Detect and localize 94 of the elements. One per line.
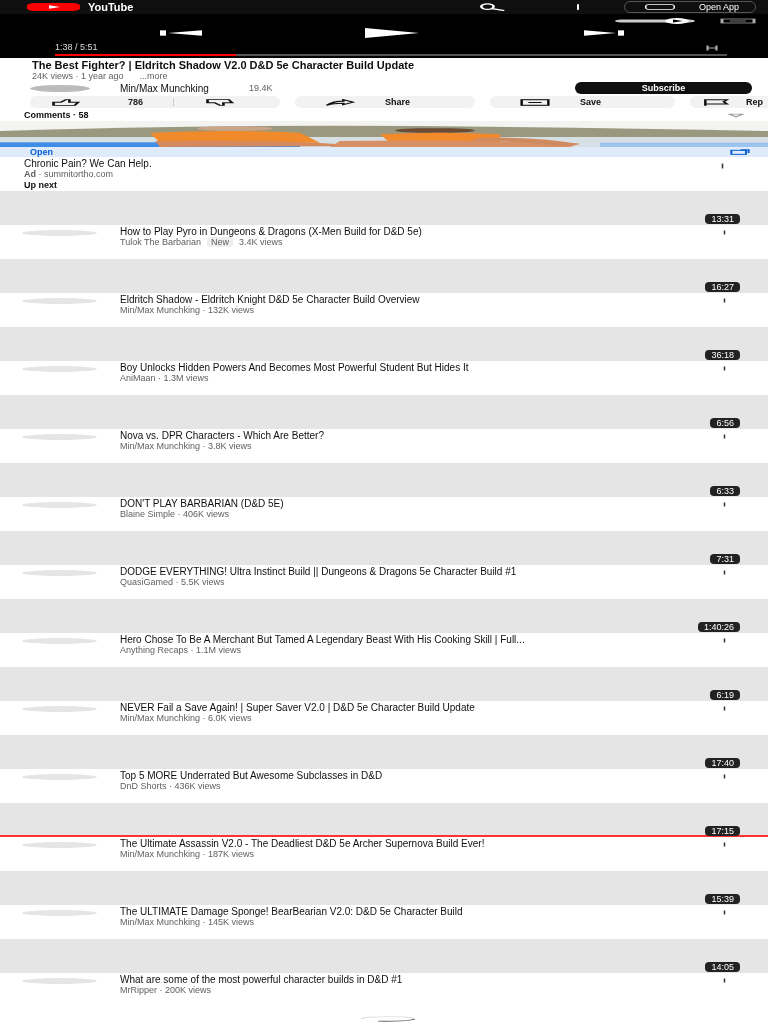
video-title[interactable]: Top 5 MORE Underrated But Awesome Subclasses in D&D [120,770,680,781]
menu-icon[interactable] [723,706,726,711]
external-link-icon[interactable] [730,149,750,155]
video-meta: MrRipper · 200K views [120,985,212,995]
view-count: 3.4K views [239,237,283,247]
menu-icon[interactable] [721,163,724,169]
duration-badge: 6:19 [710,690,740,700]
logo-text[interactable]: YouTube [88,1,134,13]
new-badge: New [207,237,234,247]
video-meta: QuasiGamed · 5.5K views [120,577,225,587]
video-thumbnail[interactable]: 15:39 [0,871,768,905]
thumbs-down-icon [204,98,235,106]
duration-badge: 6:33 [710,486,740,496]
subscribe-button[interactable]: Subscribe [575,82,752,94]
video-thumbnail[interactable]: 13:31 [0,191,768,225]
duration-badge: 17:40 [705,758,740,768]
video-thumbnail[interactable]: 36:18 [0,327,768,361]
video-thumbnail[interactable]: 6:19 [0,667,768,701]
video-title[interactable]: DON'T PLAY BARBARIAN (D&D 5E) [120,498,680,509]
duration-badge: 36:18 [705,350,740,360]
video-thumbnail[interactable]: 16:27 [0,259,768,293]
duration-badge: 15:39 [705,894,740,904]
menu-icon[interactable] [723,910,726,915]
menu-icon[interactable] [723,434,726,439]
video-meta: AniMaan · 1.3M views [120,373,209,383]
video-meta: Anything Recaps · 1.1M views [120,645,242,655]
share-button[interactable]: Share [295,96,475,108]
like-button[interactable]: 786 [50,97,144,107]
menu-icon[interactable] [723,774,726,779]
thumbs-up-icon [50,98,80,106]
video-meta: DnD Shorts · 436K views [120,781,221,791]
video-thumbnail[interactable]: 6:56 [0,395,768,429]
ad-source: Ad · summitortho.com [23,169,114,179]
time-label: 1:38 / 5:51 [55,42,98,52]
previous-icon[interactable] [160,29,202,37]
video-thumbnail[interactable]: 17:40 [0,735,768,769]
video-title[interactable]: DODGE EVERYTHING! Ultra Instinct Build || Dungeons & Dragons 5e Character Build #1 [120,566,680,577]
video-title[interactable]: The Ultimate Assassin V2.0 - The Deadliest D&D 5e Archer Supernova Build Ever! [120,838,680,849]
save-button[interactable]: Save [490,96,675,108]
video-meta: Blaine Simple · 406K views [120,509,230,519]
menu-icon[interactable] [723,570,726,575]
duration-badge: 7:31 [710,554,740,564]
channel-name[interactable]: Min/Max Munchking [120,82,209,94]
dislike-button[interactable] [204,98,235,106]
section-heading: Up next [23,179,58,191]
video-title: The Best Fighter? | Eldritch Shadow V2.0 D&D 5e Character Build Update [31,58,416,71]
video-meta: Min/Max Munchking · 6.0K views [120,713,252,723]
video-thumbnail[interactable]: 6:33 [0,463,768,497]
subscriber-count: 19.4K [248,83,273,93]
logo-icon[interactable] [27,3,80,11]
video-meta: Min/Max Munchking · 187K views [120,849,255,859]
next-icon[interactable] [584,29,624,37]
share-icon [325,98,355,106]
video-meta: Tulok The Barbarian [120,237,202,247]
video-title[interactable]: What are some of the most powerful character builds in D&D #1 [120,974,680,985]
video-title[interactable]: How to Play Pyro in Dungeons & Dragons (X-Men Build for D&D 5e) [120,226,680,237]
more-icon[interactable] [575,3,580,11]
menu-icon[interactable] [723,366,726,371]
video-title[interactable]: NEVER Fail a Save Again! | Super Saver V2.0 | D&D 5e Character Build Update [120,702,680,713]
video-title[interactable]: The ULTIMATE Damage Sponge! BearBearian V2.0: D&D 5e Character Build [120,906,680,917]
menu-icon[interactable] [723,842,726,847]
menu-icon[interactable] [723,298,726,303]
more-link[interactable]: ...more [139,71,168,81]
video-meta: Min/Max Munchking · 145K views [120,917,255,927]
duration-badge: 14:05 [705,962,740,972]
video-player[interactable]: 1:38 / 5:51 [0,14,768,58]
phone-icon [644,4,675,10]
video-thumbnail[interactable]: 14:05 [0,939,768,973]
menu-icon[interactable] [723,230,726,235]
duration-badge: 17:15 [705,826,740,836]
duration-badge: 6:56 [710,418,740,428]
video-title[interactable]: Eldritch Shadow - Eldritch Knight D&D 5e Character Build Overview [120,294,680,305]
video-title[interactable]: Nova vs. DPR Characters - Which Are Better? [120,430,680,441]
video-meta: Min/Max Munchking · 132K views [120,305,255,315]
report-button[interactable]: Rep [690,96,768,108]
duration-badge: 1:40:26 [697,622,740,632]
autoplay-toggle[interactable] [615,18,695,24]
video-thumbnail[interactable]: 17:15 [0,803,768,837]
flag-icon [702,98,732,106]
duration-badge: 13:31 [705,214,740,224]
menu-icon[interactable] [723,502,726,507]
duration-badge: 16:27 [705,282,740,292]
video-title[interactable]: Boy Unlocks Hidden Powers And Becomes Most Powerful Student But Hides It [120,362,680,373]
video-thumbnail[interactable]: 1:40:26 [0,599,768,633]
video-thumbnail[interactable]: 7:31 [0,531,768,565]
video-title[interactable]: Hero Chose To Be A Merchant But Tamed A Legendary Beast With His Cooking Skill | Full... [120,634,680,645]
video-meta: Min/Max Munchking · 3.8K views [120,441,252,451]
menu-icon[interactable] [723,638,726,643]
video-meta: 24K views · 1 year ago [32,71,124,81]
ad-title[interactable]: Chronic Pain? We Can Help. [0,157,176,169]
menu-icon[interactable] [723,978,726,983]
playlist-add-icon [520,98,550,106]
open-link[interactable]: Open [30,147,53,157]
comments-header[interactable]: Comments · 58 [0,109,768,121]
